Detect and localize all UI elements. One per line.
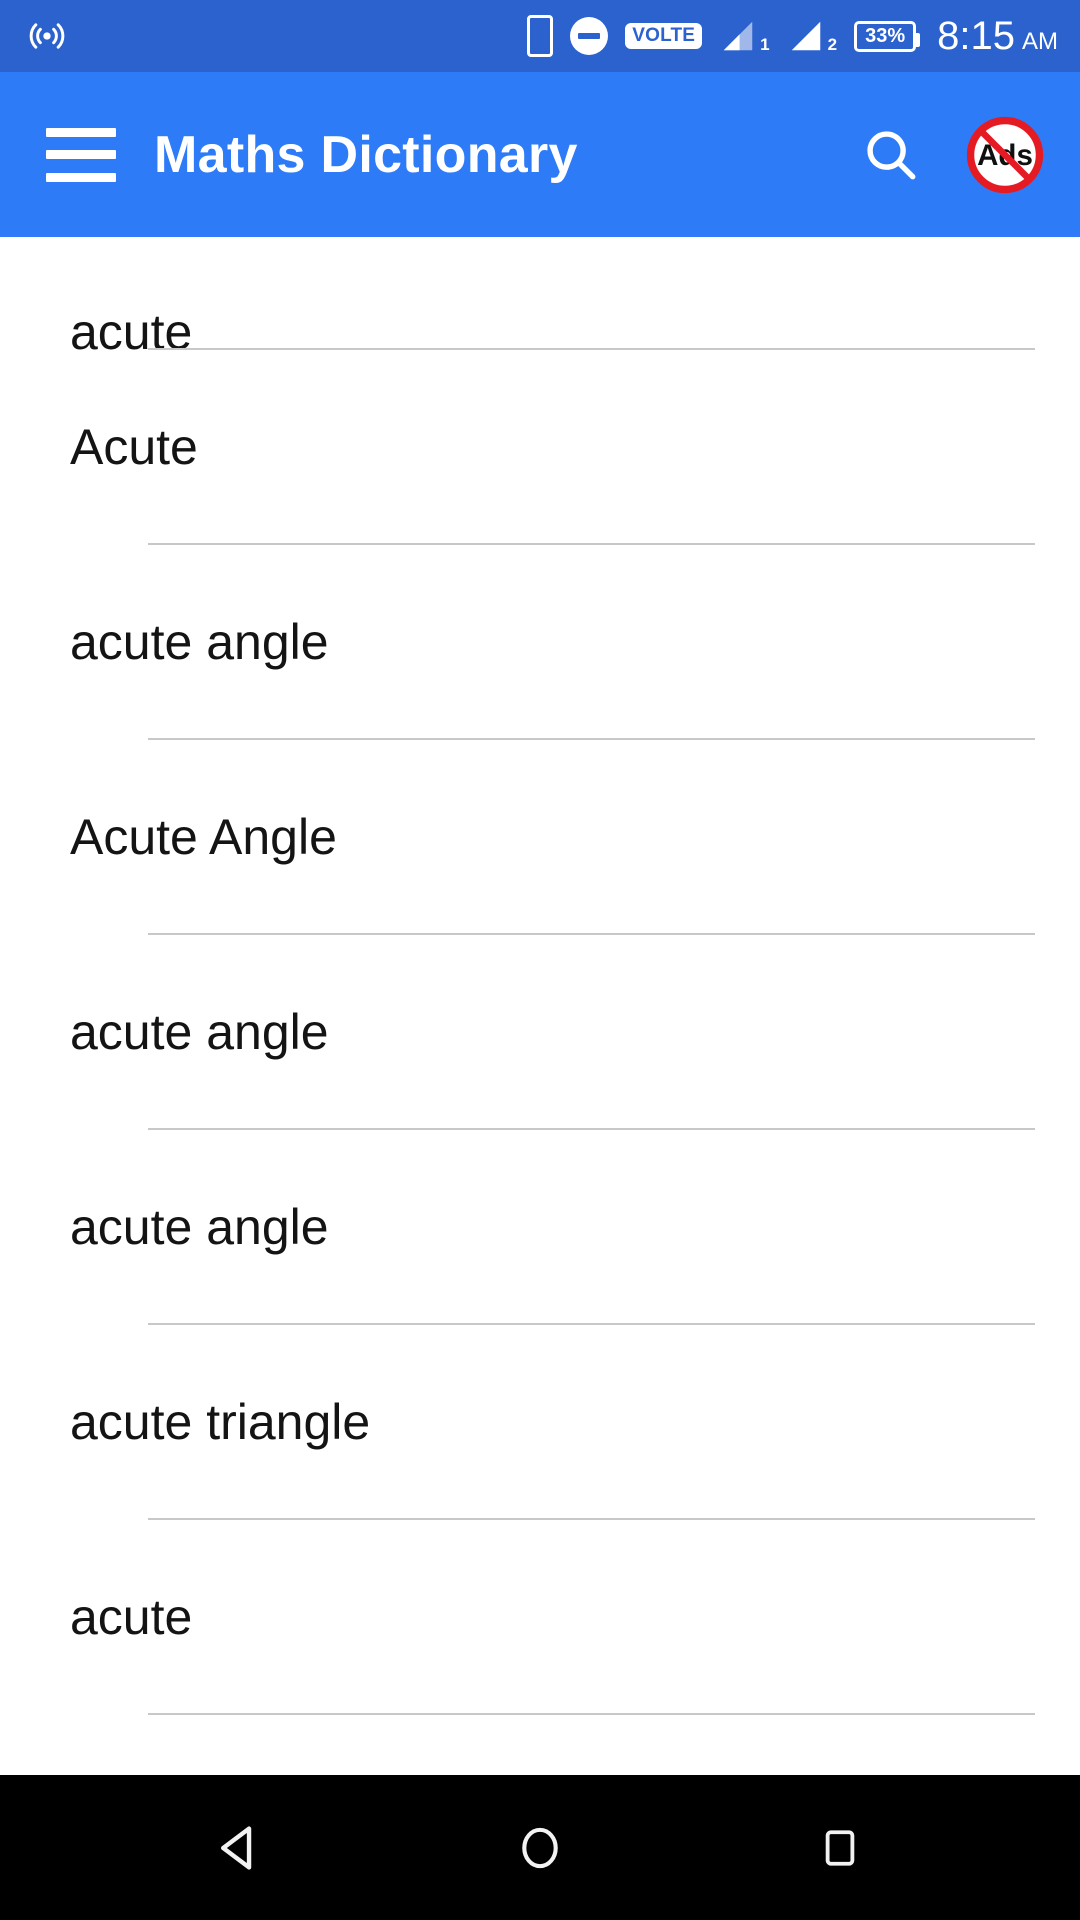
hamburger-bar-3 — [46, 172, 116, 182]
status-bar-right: VOLTE 1 2 33% 8:15 AM — [527, 15, 1058, 57]
list-item[interactable]: acute angle — [0, 935, 1080, 1130]
app-bar-actions: Ads — [860, 114, 1046, 196]
volte-badge: VOLTE — [625, 23, 703, 49]
home-button[interactable] — [480, 1803, 600, 1893]
list-item-label: Acute — [70, 419, 198, 476]
status-bar-clock: 8:15 AM — [937, 16, 1058, 56]
system-navigation-bar — [0, 1775, 1080, 1920]
recents-button[interactable] — [780, 1803, 900, 1893]
sim-2-label: 2 — [827, 35, 838, 54]
list-item[interactable]: acute angle — [0, 1130, 1080, 1325]
cast-icon — [29, 23, 65, 49]
list-item-label: acute — [70, 1589, 193, 1646]
dictionary-list[interactable]: acute Acute acute angle Acute Angle acut… — [0, 237, 1080, 1775]
list-item-label: Acute Angle — [70, 809, 337, 866]
list-item[interactable]: acute triangle — [0, 1325, 1080, 1520]
home-circle-icon — [522, 1827, 558, 1868]
hamburger-bar-1 — [46, 127, 116, 137]
do-not-disturb-icon — [570, 17, 609, 55]
hamburger-menu-icon[interactable] — [46, 127, 116, 182]
app-screen: VOLTE 1 2 33% 8:15 AM Maths Dictionary a… — [0, 0, 1080, 1920]
recents-square-icon — [825, 1829, 855, 1866]
clock-time: 8:15 — [937, 14, 1015, 58]
list-item[interactable]: acute — [0, 1520, 1080, 1715]
no-ads-icon[interactable]: Ads — [964, 114, 1046, 196]
hamburger-bar-2 — [46, 150, 116, 159]
sim-1-label: 1 — [760, 35, 770, 54]
back-button[interactable] — [180, 1803, 300, 1893]
back-triangle-icon — [221, 1825, 252, 1870]
list-item-label: acute angle — [70, 614, 329, 671]
list-divider — [148, 1713, 1035, 1715]
status-bar-left — [26, 15, 68, 57]
list-item[interactable]: Acute — [0, 350, 1080, 545]
list-item[interactable]: acute angle — [0, 545, 1080, 740]
signal-1-icon: 1 — [719, 17, 770, 55]
list-item[interactable]: Acute Angle — [0, 740, 1080, 935]
signal-2-icon: 2 — [787, 17, 837, 55]
list-item-label: acute angle — [70, 1004, 329, 1061]
list-item[interactable]: acute — [0, 237, 1080, 358]
phone-icon — [527, 15, 554, 57]
list-item-label: acute angle — [70, 1199, 329, 1256]
battery-indicator: 33% — [854, 20, 921, 52]
page-title: Maths Dictionary — [154, 125, 578, 184]
search-icon[interactable] — [860, 124, 922, 186]
app-bar: Maths Dictionary Ads — [0, 72, 1080, 237]
status-bar: VOLTE 1 2 33% 8:15 AM — [0, 0, 1080, 72]
clock-period: AM — [1022, 28, 1058, 55]
list-item-label: acute triangle — [70, 1394, 371, 1451]
